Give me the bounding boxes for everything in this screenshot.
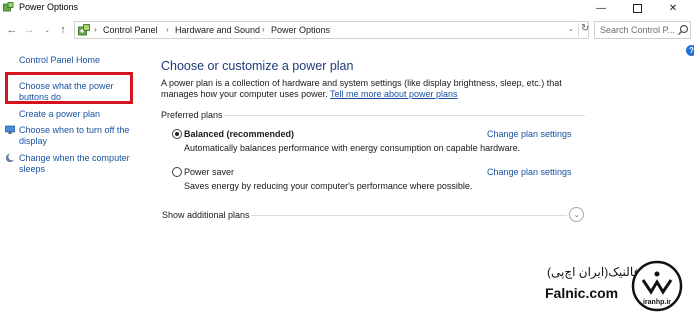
page-title: Choose or customize a power plan <box>161 59 354 73</box>
power-plans-help-link[interactable]: Tell me more about power plans <box>330 89 458 99</box>
sidebar-item-label: Choose what the power <box>19 81 114 91</box>
control-panel-icon <box>78 24 90 36</box>
address-bar[interactable]: › Control Panel › Hardware and Sound › P… <box>74 21 589 39</box>
breadcrumb-separator-icon: › <box>262 25 265 34</box>
maximize-icon <box>632 4 642 13</box>
sidebar-item-label: Change when the computer <box>19 153 130 163</box>
back-button[interactable]: ← <box>5 22 19 38</box>
forward-button[interactable]: → <box>22 22 36 38</box>
help-icon[interactable]: ? <box>686 45 694 56</box>
watermark-site-text: Falnic.com <box>545 285 619 301</box>
power-saver-radio[interactable] <box>172 167 182 177</box>
power-options-icon <box>3 2 14 12</box>
sidebar-item-label: Choose when to turn off the <box>19 125 130 135</box>
balanced-plan-name[interactable]: Balanced (recommended) <box>184 129 294 139</box>
title-bar: Power Options — ✕ <box>0 0 694 17</box>
sidebar-item-label: display <box>19 136 48 146</box>
sidebar-item-label: Create a power plan <box>19 109 101 119</box>
close-icon: ✕ <box>668 3 678 14</box>
balanced-plan-description: Automatically balances performance with … <box>184 143 521 153</box>
search-input[interactable] <box>600 24 674 36</box>
watermark-persian-text: فالنیک(ایران اچ‌پی) <box>547 265 640 279</box>
power-saver-plan-description: Saves energy by reducing your computer's… <box>184 181 473 191</box>
balanced-change-settings-link[interactable]: Change plan settings <box>487 129 572 139</box>
watermark-logo-icon: iranhp.ir <box>631 260 683 312</box>
display-icon <box>5 125 15 134</box>
minimize-icon: — <box>596 3 606 14</box>
search-icon <box>678 24 689 35</box>
minimize-button[interactable]: — <box>584 0 618 17</box>
back-arrow-icon: ← <box>6 24 18 36</box>
expand-button[interactable]: ⌄ <box>569 207 584 222</box>
power-saver-plan-name[interactable]: Power saver <box>184 167 234 177</box>
chevron-down-icon: ⌄ <box>573 211 580 219</box>
sleep-moon-icon <box>5 153 15 163</box>
sidebar-item-label: buttons do <box>19 92 62 102</box>
sidebar-item-create-plan[interactable]: Create a power plan <box>19 109 100 120</box>
up-arrow-icon: ↑ <box>60 24 66 36</box>
sidebar-item-label: sleeps <box>19 164 46 174</box>
breadcrumb-separator-icon: › <box>166 25 169 34</box>
chevron-down-icon: ⌄ <box>44 27 50 34</box>
up-button[interactable]: ↑ <box>56 22 70 38</box>
breadcrumb-power-options[interactable]: Power Options <box>271 25 330 35</box>
watermark-logo-text: iranhp.ir <box>643 299 671 306</box>
control-panel-home-link[interactable]: Control Panel Home <box>19 55 100 65</box>
breadcrumb-separator-icon: › <box>94 25 97 34</box>
address-row: ← → ⌄ ↑ › Control Panel › Hardware and S… <box>0 19 694 41</box>
preferred-plans-heading: Preferred plans <box>161 110 223 120</box>
maximize-button[interactable] <box>620 0 654 17</box>
sidebar-item-turn-off-display[interactable]: Choose when to turn off the display <box>19 125 129 147</box>
sidebar-item-computer-sleeps[interactable]: Change when the computer sleeps <box>19 153 130 175</box>
window-title: Power Options <box>19 2 79 12</box>
section-divider <box>224 115 585 116</box>
show-additional-plans-label[interactable]: Show additional plans <box>162 210 250 220</box>
refresh-icon[interactable]: ↻ <box>578 23 590 37</box>
sidebar-item-power-buttons[interactable]: Choose what the power buttons do <box>19 81 114 103</box>
address-dropdown-icon[interactable]: ⌄ <box>568 25 574 33</box>
forward-arrow-icon: → <box>23 24 35 36</box>
recent-locations-button[interactable]: ⌄ <box>40 22 54 38</box>
close-button[interactable]: ✕ <box>656 0 690 17</box>
search-box[interactable] <box>594 21 691 39</box>
left-navigation: Control Panel Home Choose what the power… <box>0 50 150 332</box>
power-saver-change-settings-link[interactable]: Change plan settings <box>487 167 572 177</box>
balanced-radio[interactable] <box>172 129 182 139</box>
additional-plans-divider <box>251 215 567 216</box>
intro-text: A power plan is a collection of hardware… <box>161 78 581 100</box>
breadcrumb-control-panel[interactable]: Control Panel <box>103 25 158 35</box>
breadcrumb-hardware-and-sound[interactable]: Hardware and Sound <box>175 25 260 35</box>
